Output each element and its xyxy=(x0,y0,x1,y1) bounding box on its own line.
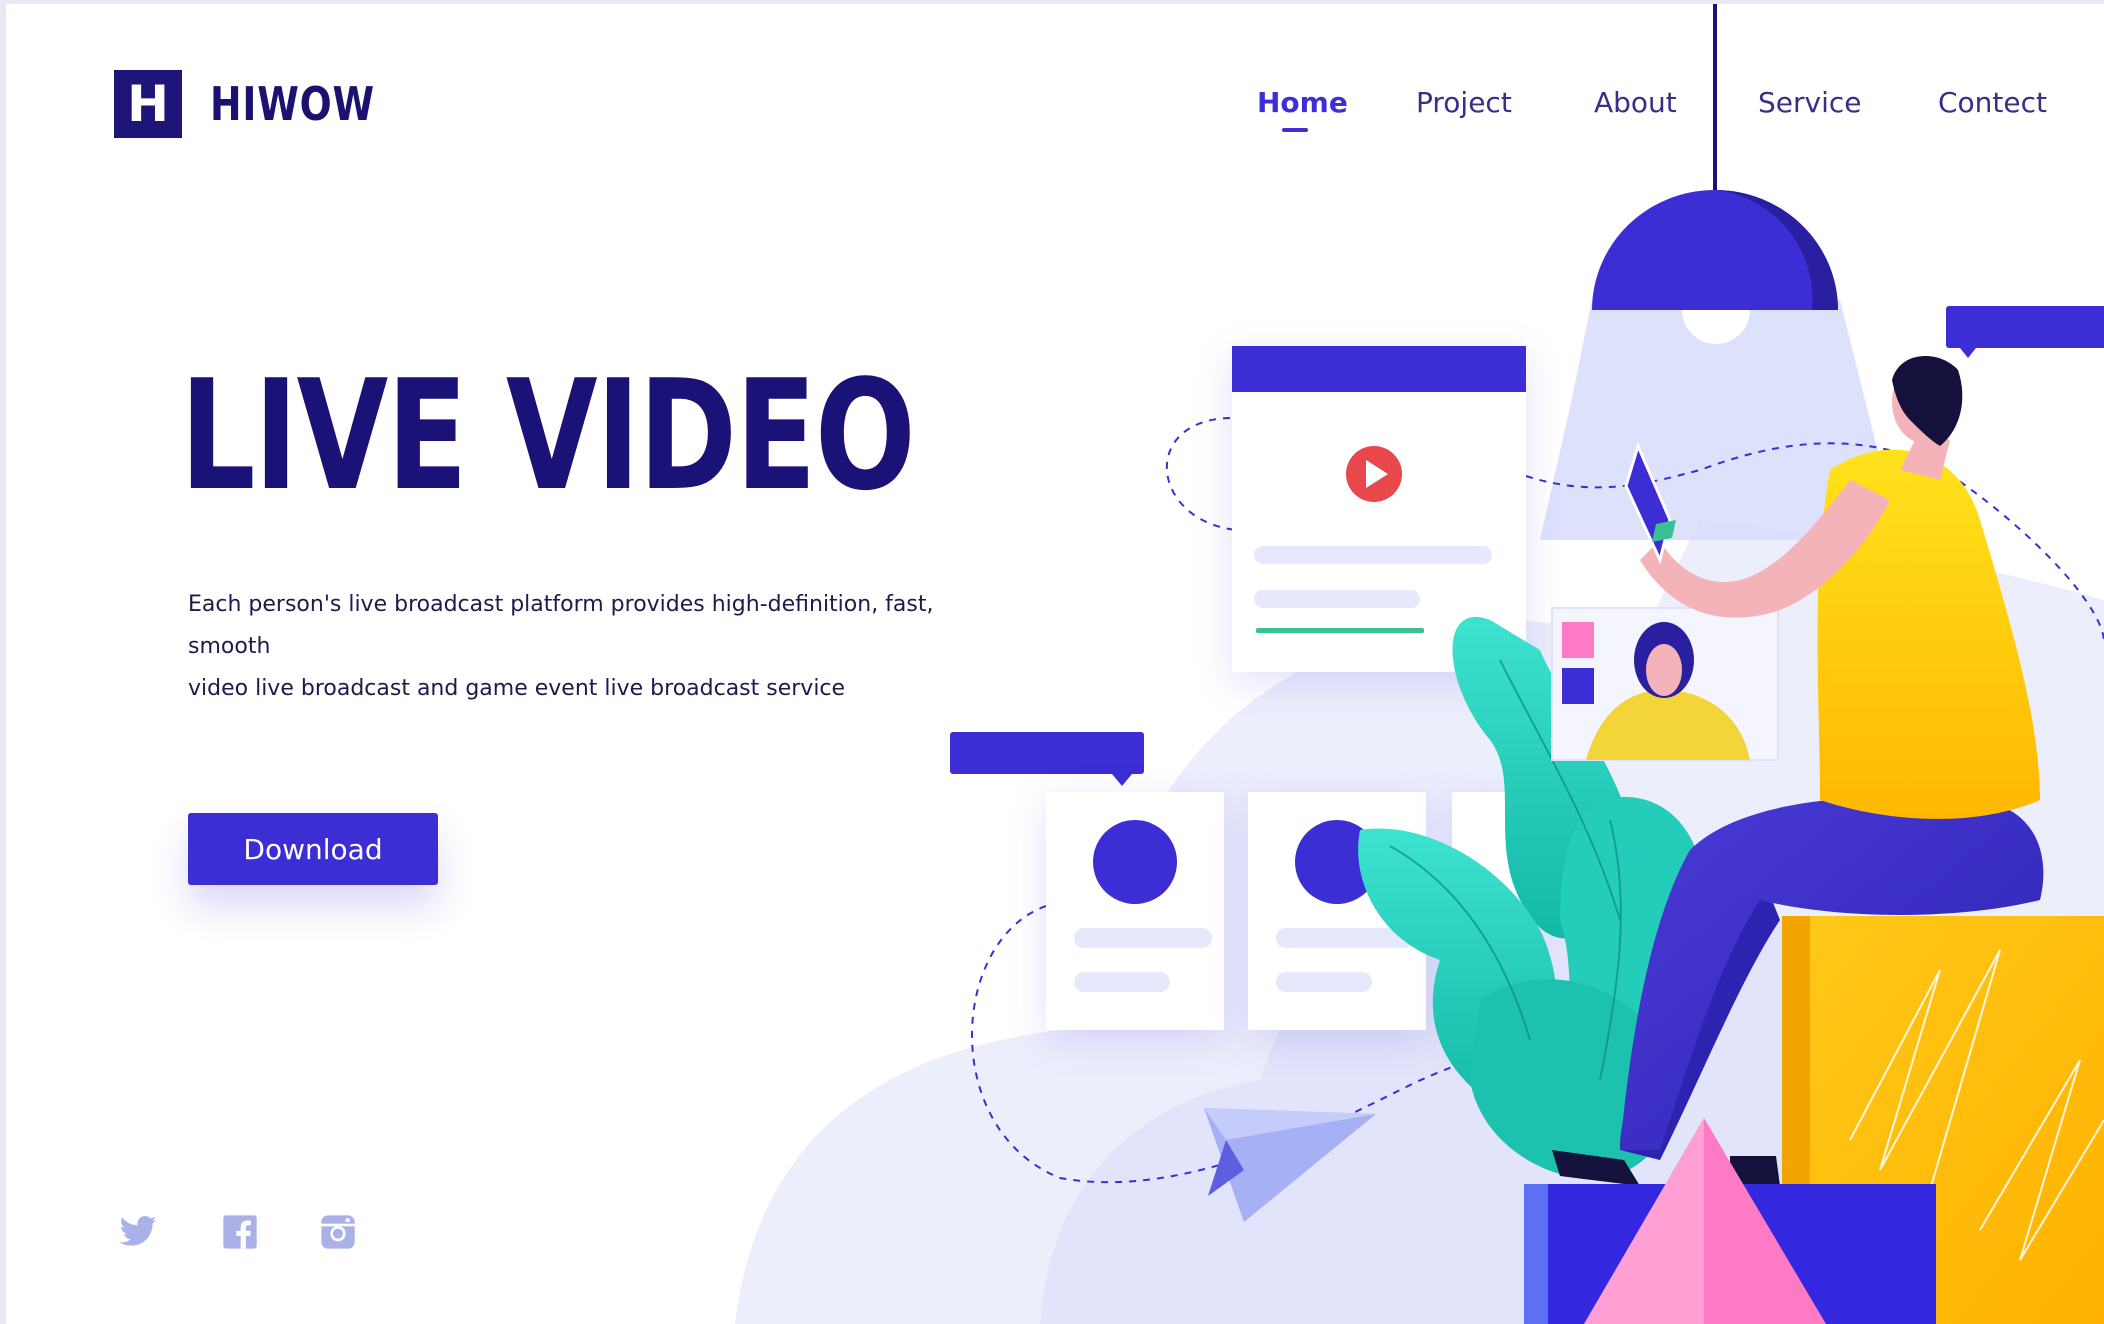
nav-item-contect[interactable]: Contect xyxy=(1938,86,2047,119)
hero-title: LIVE VIDEO xyxy=(180,347,916,524)
page-frame-top xyxy=(0,0,2104,4)
ceiling-lamp xyxy=(1540,4,1900,540)
avatar xyxy=(1093,820,1177,904)
instagram-icon[interactable] xyxy=(316,1212,360,1252)
speech-bubble-left xyxy=(950,732,1144,786)
hero-description-line-2: video live broadcast and game event live… xyxy=(188,676,846,701)
speech-bubble-right xyxy=(1946,306,2104,358)
nav-item-about[interactable]: About xyxy=(1594,86,1677,119)
main-nav: Home Project About Service Contect xyxy=(0,86,2104,146)
page-frame-left xyxy=(0,0,6,1324)
nav-active-indicator xyxy=(1282,128,1308,132)
profile-card[interactable] xyxy=(1046,792,1224,1030)
nav-item-project[interactable]: Project xyxy=(1416,86,1512,119)
nav-item-home[interactable]: Home xyxy=(1257,86,1348,119)
video-call-card[interactable] xyxy=(1551,607,1779,761)
download-button[interactable]: Download xyxy=(188,813,438,885)
hero-description-line-1: Each person's live broadcast platform pr… xyxy=(188,592,934,659)
twitter-icon[interactable] xyxy=(116,1212,160,1252)
nav-item-service[interactable]: Service xyxy=(1758,86,1861,119)
hero-description: Each person's live broadcast platform pr… xyxy=(188,584,1008,710)
facebook-icon[interactable] xyxy=(218,1212,262,1252)
